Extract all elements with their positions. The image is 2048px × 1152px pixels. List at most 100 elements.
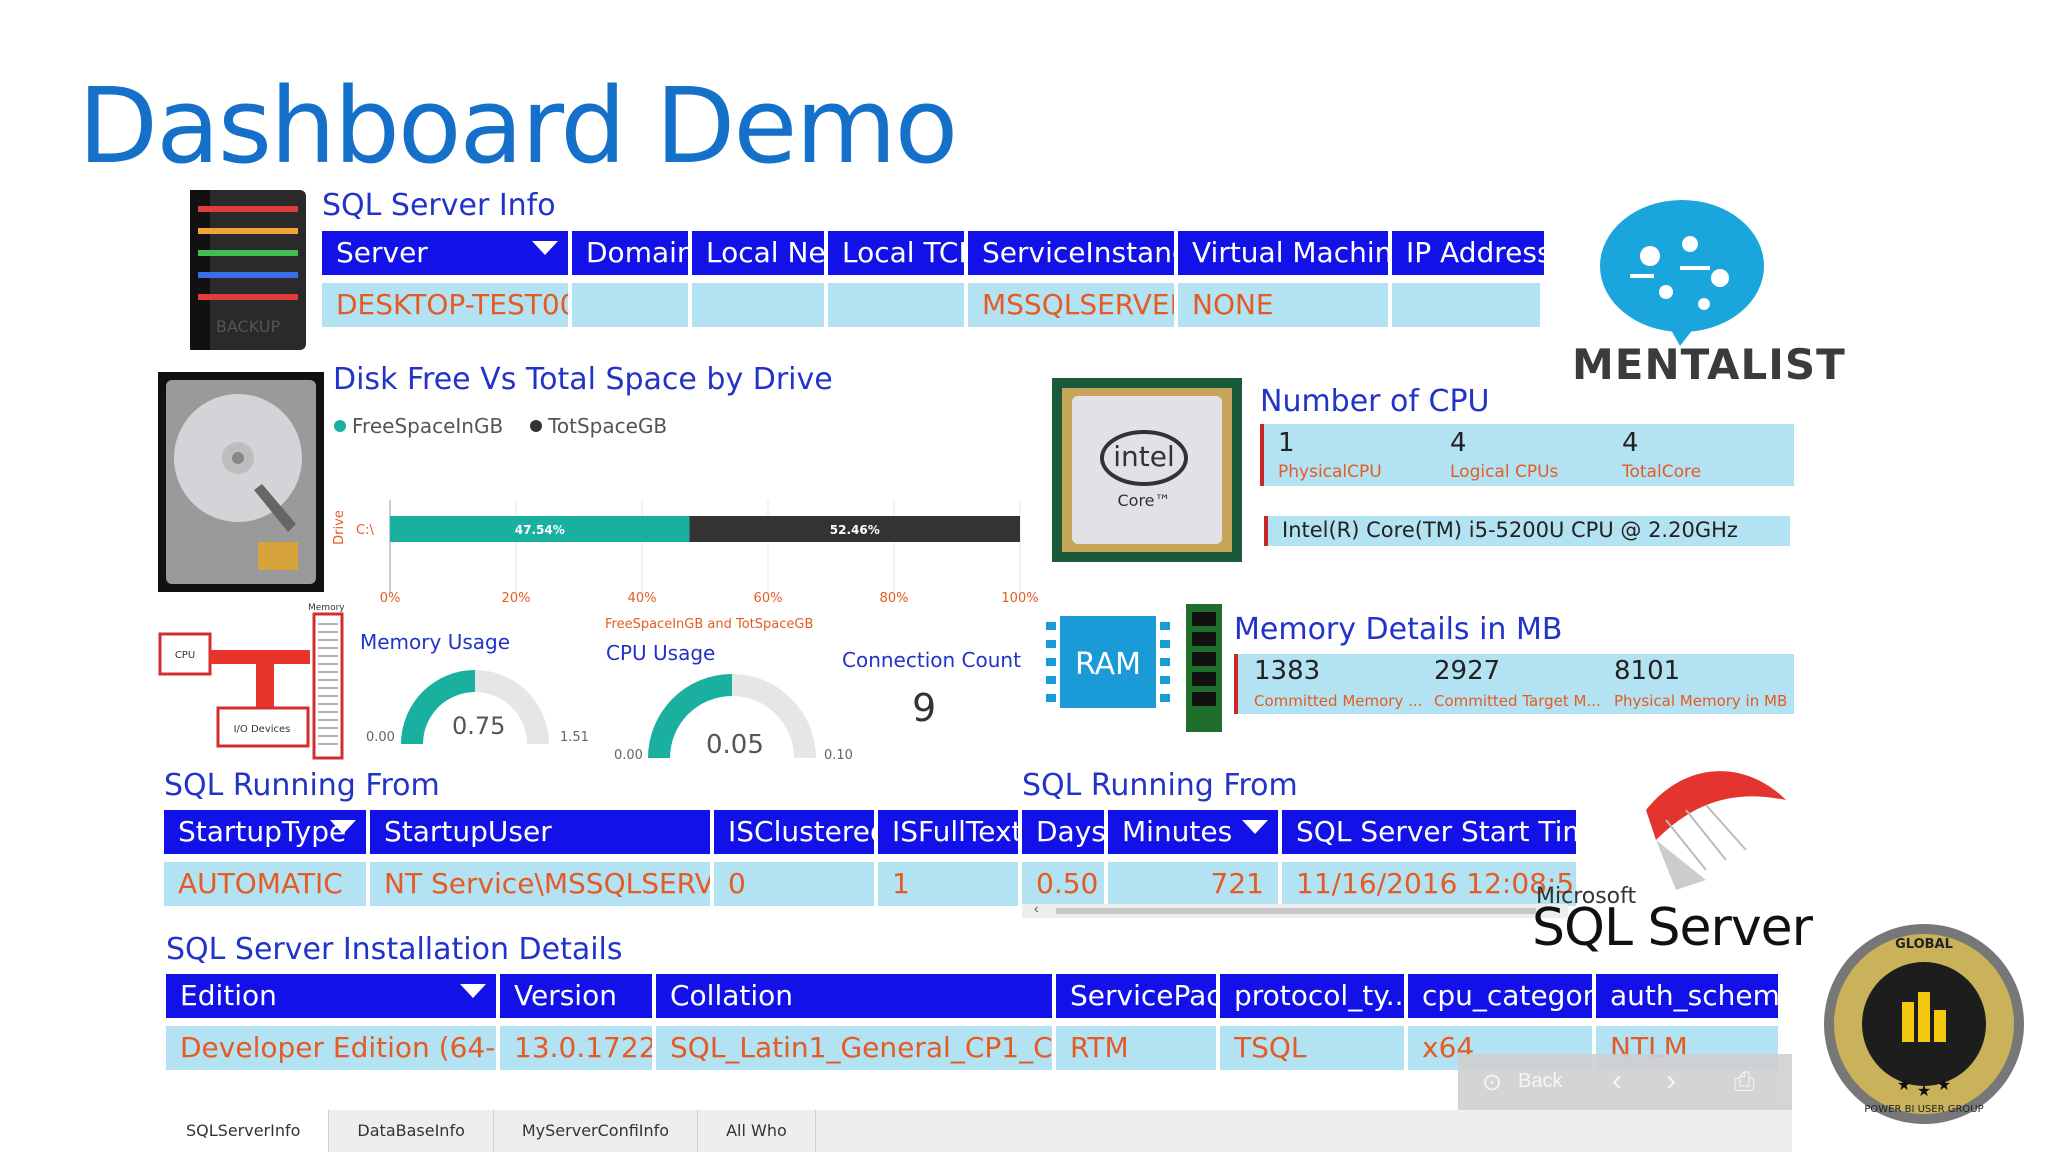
svg-text:Memory: Memory bbox=[308, 603, 345, 613]
column-header-service-pack[interactable]: ServicePack bbox=[1056, 974, 1216, 1018]
table-cell: AUTOMATIC bbox=[164, 862, 366, 906]
sort-arrow-icon[interactable] bbox=[330, 820, 356, 834]
legend-free-label: FreeSpaceInGB bbox=[352, 414, 504, 438]
column-header-local-tcp[interactable]: Local TCP bbox=[828, 231, 964, 275]
previous-page-icon[interactable]: ‹ bbox=[1612, 1064, 1622, 1098]
cpu-io-memory-diagram: Memory CPU I/O Devices bbox=[158, 600, 348, 762]
cpu-gauge-max: 0.10 bbox=[824, 748, 853, 763]
committed-memory-label: Committed Memory ... bbox=[1254, 692, 1423, 710]
memory-gauge-title: Memory Usage bbox=[360, 630, 511, 654]
running-from-title-1: SQL Running From bbox=[164, 768, 440, 803]
table-cell: MSSQLSERVER bbox=[968, 283, 1174, 327]
table-header: StartupType StartupUser ISClustered ISFu… bbox=[164, 810, 1022, 854]
table-row[interactable]: DESKTOP-TEST007 MSSQLSERVER NONE bbox=[322, 275, 1548, 327]
column-header-days[interactable]: Days bbox=[1022, 810, 1104, 854]
mentalist-wordmark: MENTALIST bbox=[1572, 340, 1846, 389]
running-from-table-2: Days Minutes SQL Server Start Time 0.50 … bbox=[1022, 810, 1580, 906]
memory-gauge-min: 0.00 bbox=[366, 730, 395, 745]
table-header: Days Minutes SQL Server Start Time bbox=[1022, 810, 1580, 854]
table-cell: SQL_Latin1_General_CP1_CI_AS bbox=[656, 1026, 1052, 1070]
column-header-protocol-type[interactable]: protocol_ty... bbox=[1220, 974, 1404, 1018]
svg-text:intel: intel bbox=[1113, 440, 1175, 473]
next-page-icon[interactable]: › bbox=[1666, 1064, 1676, 1098]
column-header-startup-type[interactable]: StartupType bbox=[164, 810, 366, 854]
column-header-auth-scheme[interactable]: auth_scheme bbox=[1596, 974, 1778, 1018]
hard-drive-image bbox=[158, 372, 324, 592]
x-tick-label: 100% bbox=[1001, 591, 1038, 606]
table-cell: 1 bbox=[878, 862, 1018, 906]
x-tick-label: 40% bbox=[628, 591, 657, 606]
scroll-left-icon[interactable]: ‹ bbox=[1034, 900, 1039, 916]
table-cell bbox=[828, 283, 964, 327]
legend-total-label: TotSpaceGB bbox=[548, 414, 668, 438]
memory-details-card: 1383 Committed Memory ... 2927 Committed… bbox=[1234, 654, 1794, 714]
committed-memory-value: 1383 bbox=[1254, 656, 1321, 686]
logical-cpus-value: 4 bbox=[1450, 428, 1467, 458]
cpu-model-text: Intel(R) Core(TM) i5-5200U CPU @ 2.20GHz bbox=[1282, 518, 1738, 542]
column-header-version[interactable]: Version bbox=[500, 974, 652, 1018]
tab-database-info[interactable]: DataBaseInfo bbox=[329, 1110, 494, 1152]
intel-cpu-image: intel Core™ bbox=[1052, 378, 1242, 562]
memory-details-title: Memory Details in MB bbox=[1234, 612, 1563, 647]
svg-text:★: ★ bbox=[1897, 1077, 1911, 1094]
table-cell bbox=[1392, 283, 1540, 327]
column-header-domain[interactable]: Domain bbox=[572, 231, 688, 275]
svg-text:★: ★ bbox=[1937, 1077, 1951, 1094]
column-header-service-instance[interactable]: ServiceInstance bbox=[968, 231, 1174, 275]
committed-target-value: 2927 bbox=[1434, 656, 1501, 686]
column-header-local-net[interactable]: Local Net bbox=[692, 231, 824, 275]
sort-arrow-icon[interactable] bbox=[532, 241, 558, 255]
back-icon[interactable]: ⊙ bbox=[1482, 1068, 1502, 1097]
sort-arrow-icon[interactable] bbox=[460, 984, 486, 998]
x-tick-label: 80% bbox=[880, 591, 909, 606]
column-header-collation[interactable]: Collation bbox=[656, 974, 1052, 1018]
table-cell: NONE bbox=[1178, 283, 1388, 327]
column-header-is-clustered[interactable]: ISClustered bbox=[714, 810, 874, 854]
tab-my-server-config-info[interactable]: MyServerConfiInfo bbox=[494, 1110, 699, 1152]
table-row[interactable]: AUTOMATIC NT Service\MSSQLSERVER 0 1 bbox=[164, 854, 1022, 906]
tab-all-who[interactable]: All Who bbox=[698, 1110, 816, 1152]
svg-text:RAM: RAM bbox=[1075, 647, 1141, 682]
back-button[interactable]: Back bbox=[1518, 1070, 1562, 1093]
bar-data-label: 47.54% bbox=[515, 523, 565, 537]
table-cell: RTM bbox=[1056, 1026, 1216, 1070]
memory-gauge-value: 0.75 bbox=[452, 712, 506, 740]
column-header-startup-user[interactable]: StartupUser bbox=[370, 810, 710, 854]
cpu-count-title: Number of CPU bbox=[1260, 384, 1490, 419]
horizontal-scrollbar[interactable]: ‹ bbox=[1022, 900, 1568, 918]
x-tick-label: 60% bbox=[754, 591, 783, 606]
column-header-start-time[interactable]: SQL Server Start Time bbox=[1282, 810, 1576, 854]
column-header-minutes[interactable]: Minutes bbox=[1108, 810, 1278, 854]
tab-sql-server-info[interactable]: SQLServerInfo bbox=[158, 1110, 330, 1152]
sql-server-logo-image bbox=[1616, 750, 1786, 900]
sort-arrow-icon[interactable] bbox=[1242, 820, 1268, 834]
scrollbar-thumb[interactable] bbox=[1056, 908, 1536, 914]
svg-text:POWER BI USER GROUP: POWER BI USER GROUP bbox=[1864, 1104, 1983, 1115]
print-icon[interactable]: ⎙ bbox=[1734, 1066, 1755, 1098]
svg-text:CPU: CPU bbox=[175, 650, 195, 661]
legend-free-swatch bbox=[334, 420, 346, 432]
disk-x-axis-label: FreeSpaceInGB and TotSpaceGB bbox=[605, 617, 814, 632]
table-row[interactable]: 0.50 721 11/16/2016 12:08:58 PM bbox=[1022, 854, 1580, 906]
report-nav-bar: ⊙ Back ‹ › ⎙ bbox=[1458, 1054, 1792, 1110]
column-header-ip-address[interactable]: IP Address bbox=[1392, 231, 1544, 275]
column-header-is-full-text[interactable]: ISFullText bbox=[878, 810, 1018, 854]
page-tab-bar: SQLServerInfo DataBaseInfo MyServerConfi… bbox=[158, 1110, 1792, 1152]
server-image: BACKUP bbox=[184, 186, 312, 354]
running-from-title-2: SQL Running From bbox=[1022, 768, 1298, 803]
memory-gauge-max: 1.51 bbox=[560, 730, 589, 745]
column-header-virtual-machine[interactable]: Virtual Machine bbox=[1178, 231, 1388, 275]
cpu-model-card: Intel(R) Core(TM) i5-5200U CPU @ 2.20GHz bbox=[1264, 516, 1790, 546]
cpu-gauge-min: 0.00 bbox=[614, 748, 643, 763]
column-header-server[interactable]: Server bbox=[322, 231, 568, 275]
total-core-label: TotalCore bbox=[1622, 462, 1702, 482]
logical-cpus-label: Logical CPUs bbox=[1450, 462, 1559, 482]
table-cell: NT Service\MSSQLSERVER bbox=[370, 862, 710, 906]
disk-legend: FreeSpaceInGB TotSpaceGB bbox=[334, 414, 667, 438]
column-header-cpu-category[interactable]: cpu_category bbox=[1408, 974, 1592, 1018]
ram-icon: RAM bbox=[1046, 604, 1226, 732]
column-header-edition[interactable]: Edition bbox=[166, 974, 496, 1018]
connection-count-title: Connection Count bbox=[842, 648, 1021, 672]
table-cell: 13.0.1722.0 bbox=[500, 1026, 652, 1070]
table-header: Edition Version Collation ServicePack pr… bbox=[166, 974, 1782, 1018]
